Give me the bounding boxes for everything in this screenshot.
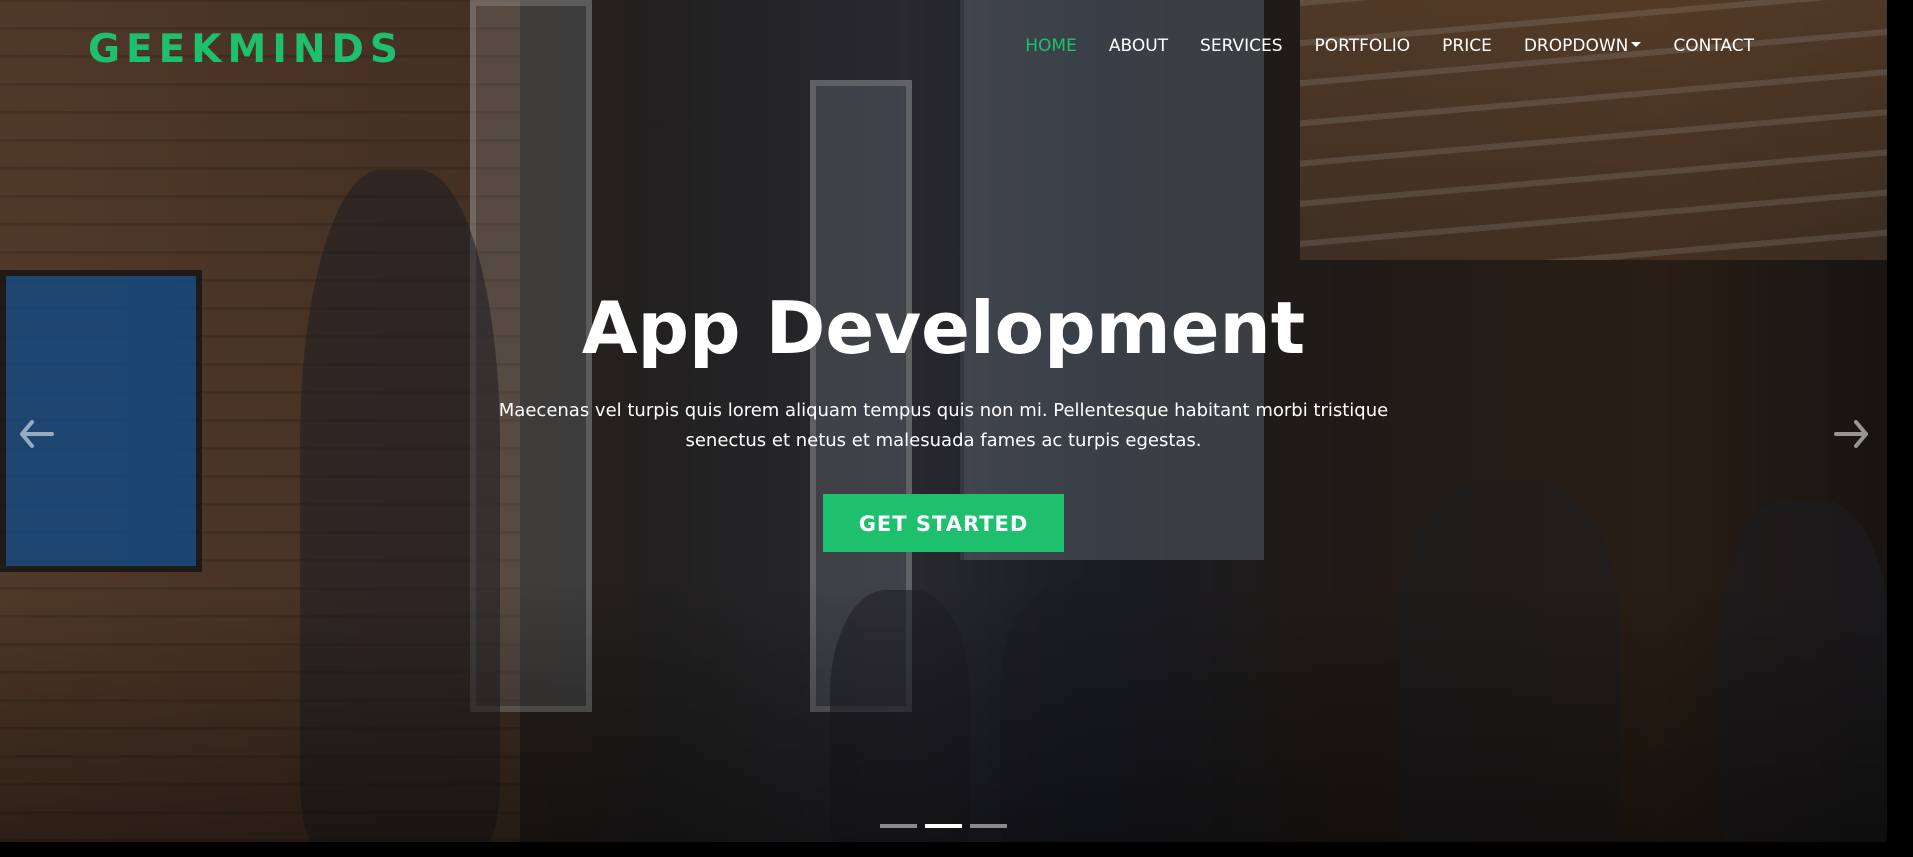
nav-item-label: HOME: [1025, 36, 1077, 56]
nav-item-label: ABOUT: [1108, 36, 1169, 56]
hero-carousel: GEEKMINDS HOME ABOUT SERVICES PORTFOLIO …: [0, 0, 1887, 842]
hero-content: App Development Maecenas vel turpis quis…: [0, 280, 1887, 552]
carousel-indicator-3[interactable]: [970, 824, 1007, 828]
hero-title: App Development: [581, 286, 1306, 370]
nav-item-home[interactable]: HOME: [1009, 34, 1093, 58]
scrollbar[interactable]: [1887, 0, 1913, 857]
navbar: GEEKMINDS HOME ABOUT SERVICES PORTFOLIO …: [0, 0, 1887, 92]
floor-shade: [0, 582, 1887, 842]
nav-item-label: PORTFOLIO: [1314, 36, 1411, 56]
nav-item-dropdown[interactable]: DROPDOWN: [1508, 34, 1658, 58]
arrow-right-icon: [1834, 420, 1868, 448]
nav-item-services[interactable]: SERVICES: [1184, 34, 1298, 58]
carousel-indicators: [0, 824, 1887, 828]
arrow-left-icon: [20, 420, 54, 448]
page: GEEKMINDS HOME ABOUT SERVICES PORTFOLIO …: [0, 0, 1913, 857]
get-started-button[interactable]: GET STARTED: [823, 494, 1064, 552]
carousel-next-button[interactable]: [1826, 418, 1870, 450]
nav-item-contact[interactable]: CONTACT: [1657, 34, 1770, 58]
caret-down-icon: [1631, 42, 1642, 47]
nav-item-price[interactable]: PRICE: [1426, 34, 1508, 58]
hero-description: Maecenas vel turpis quis lorem aliquam t…: [498, 400, 1389, 451]
nav-item-label: CONTACT: [1673, 36, 1754, 56]
nav-item-label: SERVICES: [1200, 36, 1283, 56]
nav-item-label: PRICE: [1442, 36, 1492, 56]
logo[interactable]: GEEKMINDS: [88, 26, 404, 74]
carousel-indicator-2[interactable]: [925, 824, 962, 828]
nav-item-portfolio[interactable]: PORTFOLIO: [1299, 34, 1427, 58]
nav-item-label: DROPDOWN: [1523, 36, 1629, 56]
carousel-prev-button[interactable]: [18, 418, 62, 450]
nav-menu: HOME ABOUT SERVICES PORTFOLIO PRICE DROP…: [1009, 34, 1770, 58]
nav-item-about[interactable]: ABOUT: [1093, 34, 1184, 58]
carousel-indicator-1[interactable]: [880, 824, 917, 828]
